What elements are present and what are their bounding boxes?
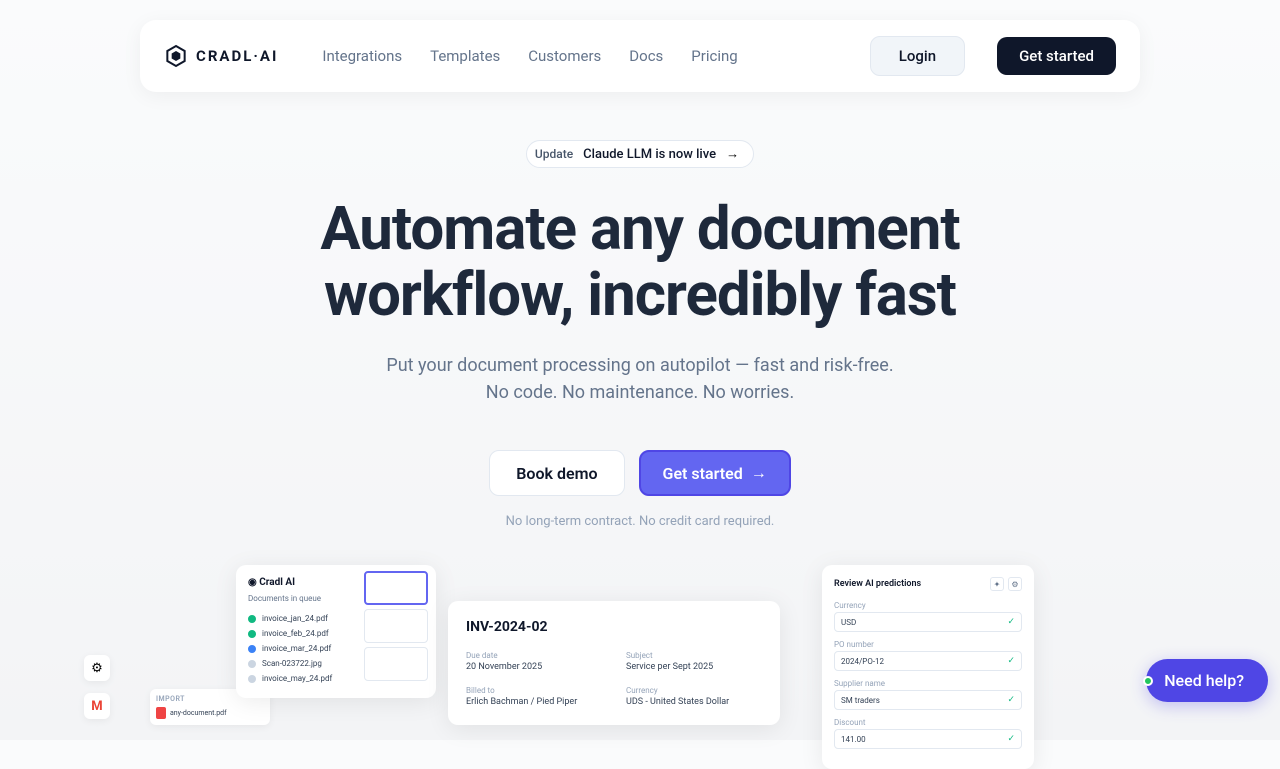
update-text: Claude LLM is now live [583, 147, 716, 162]
field-label: Billed to [466, 686, 602, 695]
cta-note: No long-term contract. No credit card re… [0, 514, 1280, 529]
field-label: Currency [834, 601, 1022, 610]
login-button[interactable]: Login [870, 36, 965, 76]
hexagon-icon [164, 44, 188, 68]
nav-customers[interactable]: Customers [528, 47, 601, 65]
nav-integrations[interactable]: Integrations [322, 47, 402, 65]
help-label: Need help? [1164, 671, 1244, 690]
field-label: Supplier name [834, 679, 1022, 688]
pdf-icon [156, 707, 166, 719]
brand-text: CRADL·AI [196, 47, 278, 65]
page-thumbnails [364, 571, 428, 681]
thumbnail[interactable] [364, 571, 428, 605]
help-button[interactable]: Need help? [1146, 659, 1268, 702]
get-started-cta-button[interactable]: Get started → [639, 450, 791, 496]
review-input[interactable]: 141.00✓ [834, 729, 1022, 749]
update-badge: Update [535, 147, 573, 161]
book-demo-button[interactable]: Book demo [489, 450, 624, 496]
nav-pricing[interactable]: Pricing [691, 47, 737, 65]
product-preview: ⚙ M IMPORT any-document.pdf ◉ Cradl AI D… [0, 565, 1280, 745]
cta-row: Book demo Get started → [0, 450, 1280, 496]
import-row: any-document.pdf [156, 707, 264, 719]
field-value: Erlich Bachman / Pied Piper [466, 697, 602, 707]
import-filename: any-document.pdf [170, 709, 227, 717]
nav-docs[interactable]: Docs [629, 47, 663, 65]
hero-sub-line2: No code. No maintenance. No worries. [486, 382, 794, 403]
invoice-title: INV-2024-02 [466, 619, 762, 635]
review-input[interactable]: USD✓ [834, 612, 1022, 632]
arrow-right-icon: → [726, 146, 739, 162]
field-label: Due date [466, 651, 602, 660]
side-icons: ⚙ M [84, 655, 110, 719]
field-label: PO number [834, 640, 1022, 649]
queue-label: Documents in queue [248, 594, 321, 603]
arrow-right-icon: → [751, 463, 767, 483]
gear-icon: ⚙ [84, 655, 110, 681]
field-value: Service per Sept 2025 [626, 662, 762, 672]
nav-links: Integrations Templates Customers Docs Pr… [322, 47, 737, 65]
gmail-icon: M [84, 693, 110, 719]
field-label: Subject [626, 651, 762, 660]
hero-title-line2: workflow, incredibly fast [324, 259, 956, 330]
nav-templates[interactable]: Templates [430, 47, 500, 65]
hero-section: Update Claude LLM is now live → Automate… [0, 140, 1280, 529]
hero-title: Automate any document workflow, incredib… [0, 196, 1280, 328]
review-input[interactable]: SM traders✓ [834, 690, 1022, 710]
brand-logo[interactable]: CRADL·AI [164, 44, 278, 68]
hero-subtitle: Put your document processing on autopilo… [0, 352, 1280, 406]
sparkle-icon[interactable]: ✦ [990, 577, 1004, 591]
update-pill[interactable]: Update Claude LLM is now live → [526, 140, 754, 168]
field-label: Discount [834, 718, 1022, 727]
get-started-button[interactable]: Get started [997, 37, 1116, 75]
gear-icon[interactable]: ⚙ [1008, 577, 1022, 591]
get-started-label: Get started [663, 464, 743, 483]
hero-sub-line1: Put your document processing on autopilo… [386, 355, 893, 376]
field-value: UDS - United States Dollar [626, 697, 762, 707]
review-input[interactable]: 2024/PO-12✓ [834, 651, 1022, 671]
field-value: 20 November 2025 [466, 662, 602, 672]
review-title: Review AI predictions [834, 579, 921, 589]
top-nav: CRADL·AI Integrations Templates Customer… [140, 20, 1140, 92]
review-card: Review AI predictions ✦ ⚙ Currency USD✓ P… [822, 565, 1034, 769]
hero-title-line1: Automate any document [320, 193, 959, 264]
thumbnail[interactable] [364, 647, 428, 681]
thumbnail[interactable] [364, 609, 428, 643]
invoice-card: INV-2024-02 Due date 20 November 2025 Sub… [448, 601, 780, 725]
field-label: Currency [626, 686, 762, 695]
status-dot-icon [1143, 676, 1153, 686]
